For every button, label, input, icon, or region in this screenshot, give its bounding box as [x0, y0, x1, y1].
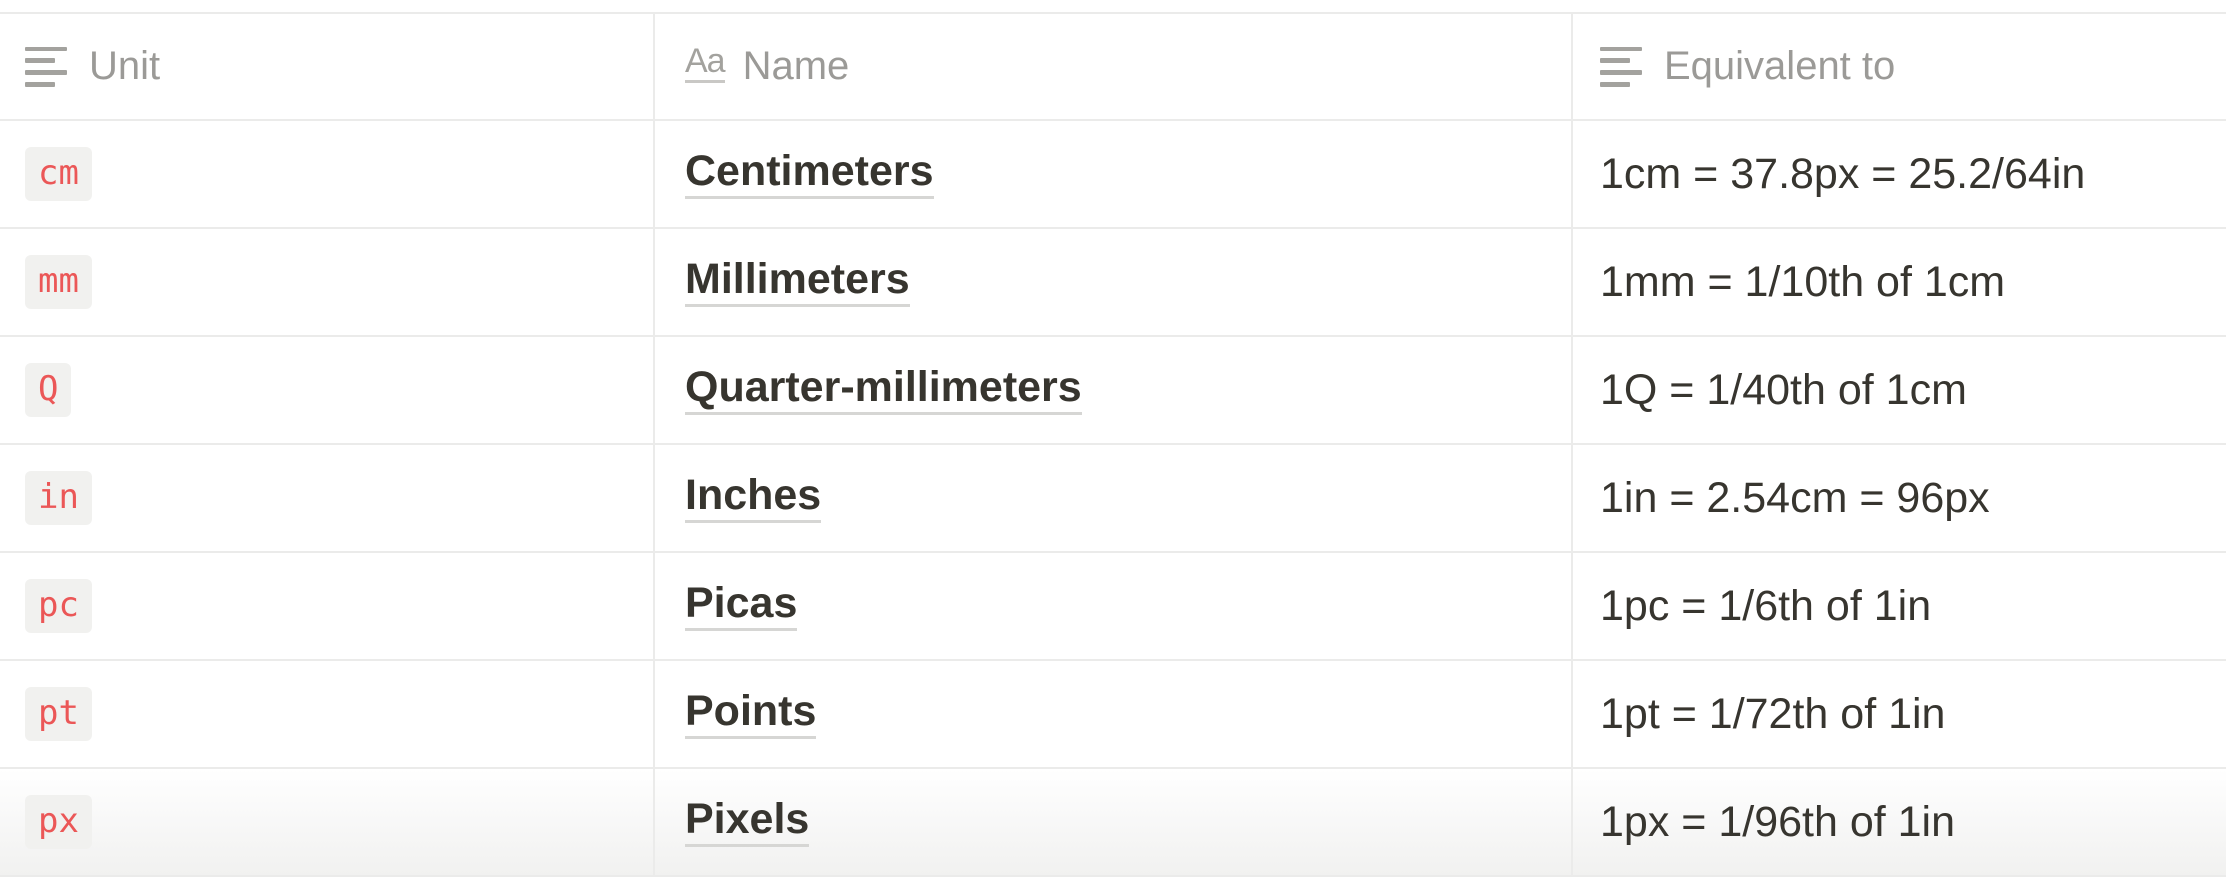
page-title-link[interactable]: Centimeters: [685, 148, 934, 200]
unit-code: pc: [25, 578, 92, 634]
equivalent-text: 1in = 2.54cm = 96px: [1600, 473, 1990, 522]
unit-cell[interactable]: pc: [0, 553, 653, 659]
page-title-link[interactable]: Points: [685, 688, 817, 740]
equivalent-cell[interactable]: 1px = 1/96th of 1in: [1571, 769, 2226, 875]
unit-code: in: [25, 470, 92, 526]
equivalent-text: 1pc = 1/6th of 1in: [1600, 581, 1932, 630]
unit-cell[interactable]: pt: [0, 661, 653, 767]
page-title-link[interactable]: Picas: [685, 580, 798, 632]
unit-code: Q: [25, 362, 72, 418]
unit-code: cm: [25, 146, 92, 202]
unit-cell[interactable]: Q: [0, 337, 653, 443]
equivalent-text: 1px = 1/96th of 1in: [1600, 797, 1956, 846]
table-row[interactable]: pt Points 1pt = 1/72th of 1in: [0, 661, 2226, 769]
name-cell[interactable]: Centimeters: [653, 121, 1571, 227]
name-cell[interactable]: Millimeters: [653, 229, 1571, 335]
table-row[interactable]: Q Quarter-millimeters 1Q = 1/40th of 1cm: [0, 337, 2226, 445]
page-title-link[interactable]: Quarter-millimeters: [685, 364, 1082, 416]
name-cell[interactable]: Points: [653, 661, 1571, 767]
text-lines-icon: [25, 46, 67, 87]
column-header-unit[interactable]: Unit: [0, 14, 653, 119]
equivalent-cell[interactable]: 1Q = 1/40th of 1cm: [1571, 337, 2226, 443]
table-row[interactable]: cm Centimeters 1cm = 37.8px = 25.2/64in: [0, 121, 2226, 229]
equivalent-text: 1Q = 1/40th of 1cm: [1600, 365, 1967, 414]
equivalent-cell[interactable]: 1pc = 1/6th of 1in: [1571, 553, 2226, 659]
page-title-link[interactable]: Millimeters: [685, 256, 910, 308]
equivalent-cell[interactable]: 1cm = 37.8px = 25.2/64in: [1571, 121, 2226, 227]
table-row[interactable]: px Pixels 1px = 1/96th of 1in: [0, 769, 2226, 877]
column-header-label: Equivalent to: [1664, 44, 1896, 88]
table-header-row: Unit Aa Name Equivalent to: [0, 14, 2226, 121]
name-cell[interactable]: Inches: [653, 445, 1571, 551]
unit-cell[interactable]: mm: [0, 229, 653, 335]
page-title-link[interactable]: Inches: [685, 472, 822, 524]
units-table: Unit Aa Name Equivalent to cm Centimeter…: [0, 12, 2226, 877]
equivalent-text: 1cm = 37.8px = 25.2/64in: [1600, 149, 2086, 198]
column-header-label: Unit: [89, 44, 161, 88]
unit-cell[interactable]: in: [0, 445, 653, 551]
equivalent-text: 1mm = 1/10th of 1cm: [1600, 257, 2006, 306]
table-row[interactable]: mm Millimeters 1mm = 1/10th of 1cm: [0, 229, 2226, 337]
unit-code: pt: [25, 686, 92, 742]
equivalent-cell[interactable]: 1mm = 1/10th of 1cm: [1571, 229, 2226, 335]
text-lines-icon: [1600, 46, 1642, 87]
unit-code: px: [25, 794, 92, 850]
column-header-name[interactable]: Aa Name: [653, 14, 1571, 119]
title-aa-icon: Aa: [685, 43, 726, 83]
unit-cell[interactable]: cm: [0, 121, 653, 227]
column-header-label: Name: [742, 44, 850, 88]
equivalent-cell[interactable]: 1pt = 1/72th of 1in: [1571, 661, 2226, 767]
name-cell[interactable]: Quarter-millimeters: [653, 337, 1571, 443]
name-cell[interactable]: Pixels: [653, 769, 1571, 875]
table-row[interactable]: in Inches 1in = 2.54cm = 96px: [0, 445, 2226, 553]
equivalent-text: 1pt = 1/72th of 1in: [1600, 689, 1946, 738]
name-cell[interactable]: Picas: [653, 553, 1571, 659]
table-row[interactable]: pc Picas 1pc = 1/6th of 1in: [0, 553, 2226, 661]
equivalent-cell[interactable]: 1in = 2.54cm = 96px: [1571, 445, 2226, 551]
unit-cell[interactable]: px: [0, 769, 653, 875]
unit-code: mm: [25, 254, 92, 310]
page-title-link[interactable]: Pixels: [685, 796, 810, 848]
column-header-equivalent[interactable]: Equivalent to: [1571, 14, 2226, 119]
